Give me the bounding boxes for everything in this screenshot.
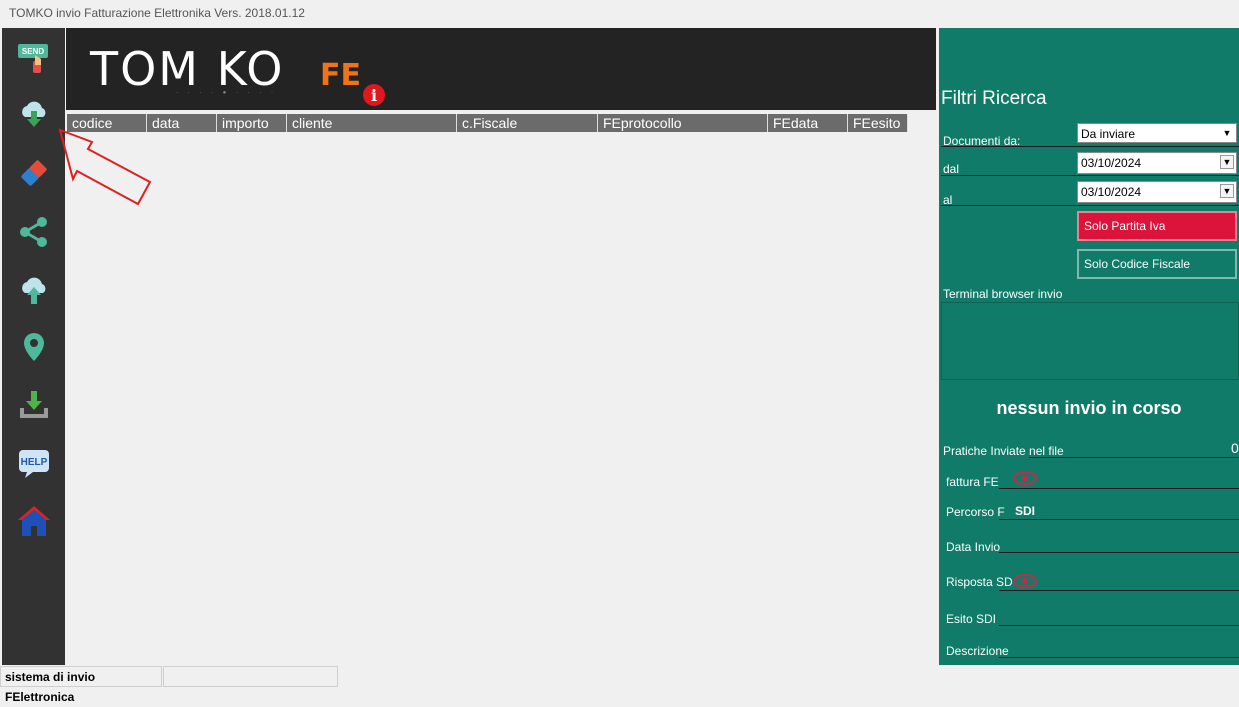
eraser-button[interactable] — [16, 155, 52, 191]
cloud-upload-icon — [22, 277, 46, 304]
grid-header: codice data importo cliente c.Fiscale FE… — [67, 114, 908, 132]
send-icon: SEND — [18, 44, 48, 73]
column-header-cfiscale[interactable]: c.Fiscale — [457, 114, 598, 132]
risposta-label: Risposta SD — [946, 575, 1013, 589]
divider — [941, 146, 1239, 147]
svg-text:HELP: HELP — [21, 457, 48, 468]
info-icon[interactable]: i — [363, 84, 385, 106]
status-text: sistema di invio FElettronica — [0, 666, 162, 704]
title-bar: TOMKO invio Fatturazione Elettronika Ver… — [0, 0, 1239, 27]
filter-title: Filtri Ricerca — [941, 88, 1047, 109]
home-button[interactable] — [16, 503, 52, 539]
pratiche-count: 0 — [1231, 440, 1239, 456]
status-bar: sistema di invio FElettronica — [0, 666, 1239, 704]
help-button[interactable]: HELP — [16, 445, 52, 481]
fattura-label: fattura FE — [946, 475, 999, 489]
divider — [999, 625, 1239, 626]
data-invio-label: Data Invio — [946, 540, 1001, 554]
logo-dots: · · · · ● · · · · — [176, 90, 277, 96]
share-icon — [20, 217, 47, 247]
status-panel — [163, 666, 338, 687]
divider — [999, 552, 1239, 553]
location-button[interactable] — [16, 329, 52, 365]
documenti-value: Da inviare — [1081, 127, 1136, 141]
documents-grid[interactable]: codice data importo cliente c.Fiscale FE… — [58, 110, 938, 665]
chevron-down-icon[interactable]: ▼ — [1220, 155, 1234, 169]
divider — [941, 205, 1239, 206]
cloud-upload-button[interactable] — [16, 272, 52, 308]
divider — [999, 488, 1239, 489]
help-icon: HELP — [19, 450, 49, 478]
app-header: TOM KO · · · · ● · · · · FE i — [66, 28, 936, 110]
column-header-feprotocollo[interactable]: FEprotocollo — [598, 114, 768, 132]
column-header-importo[interactable]: importo — [217, 114, 287, 132]
eraser-icon — [21, 160, 47, 186]
svg-text:SEND: SEND — [22, 47, 44, 56]
cloud-download-icon — [22, 101, 46, 127]
pratiche-label: Pratiche Inviate nel file — [943, 444, 1064, 458]
location-pin-icon — [24, 333, 44, 361]
documenti-select[interactable]: Da inviare ▼ — [1077, 123, 1237, 143]
column-header-feesito[interactable]: FEesito — [848, 114, 908, 132]
download-tray-icon — [20, 391, 48, 418]
divider — [941, 175, 1239, 176]
al-date-picker[interactable]: 03/10/2024 ▼ — [1077, 181, 1237, 203]
column-header-cliente[interactable]: cliente — [287, 114, 457, 132]
percorso-label: Percorso F — [946, 505, 1005, 519]
chevron-down-icon: ▼ — [1222, 128, 1232, 138]
column-header-fedata[interactable]: FEdata — [768, 114, 848, 132]
descrizione-label: Descrizione — [946, 644, 1009, 658]
al-value: 03/10/2024 — [1081, 185, 1142, 199]
terminal-browser[interactable] — [941, 302, 1239, 380]
divider — [999, 590, 1239, 591]
solo-codice-fiscale-button[interactable]: Solo Codice Fiscale — [1077, 249, 1237, 279]
chevron-down-icon[interactable]: ▼ — [1220, 184, 1234, 198]
home-icon — [18, 506, 50, 536]
dal-value: 03/10/2024 — [1081, 156, 1142, 170]
solo-partita-iva-button[interactable]: Solo Partita Iva — [1077, 211, 1237, 241]
divider — [1029, 457, 1239, 458]
download-button[interactable] — [16, 387, 52, 423]
pointer-arrow-annotation — [58, 128, 152, 206]
eye-icon[interactable] — [1013, 471, 1037, 485]
cloud-download-button[interactable] — [16, 96, 52, 132]
divider — [999, 657, 1239, 658]
dal-date-picker[interactable]: 03/10/2024 ▼ — [1077, 152, 1237, 174]
filter-panel: Filtri Ricerca Documenti da: Da inviare … — [939, 28, 1239, 665]
percorso-value: SDI — [1015, 504, 1036, 518]
terminal-label: Terminal browser invio — [943, 287, 1063, 301]
esito-label: Esito SDI — [946, 612, 997, 626]
status-message: nessun invio in corso — [996, 398, 1182, 418]
share-button[interactable] — [16, 214, 52, 250]
send-button[interactable]: SEND — [16, 40, 52, 76]
eye-icon[interactable] — [1013, 574, 1037, 588]
window-title: TOMKO invio Fatturazione Elettronika Ver… — [9, 6, 305, 20]
divider — [999, 519, 1239, 520]
logo-fe: FE — [320, 58, 361, 93]
tomko-logo: TOM KO — [90, 42, 285, 96]
dal-label: dal — [943, 162, 960, 176]
